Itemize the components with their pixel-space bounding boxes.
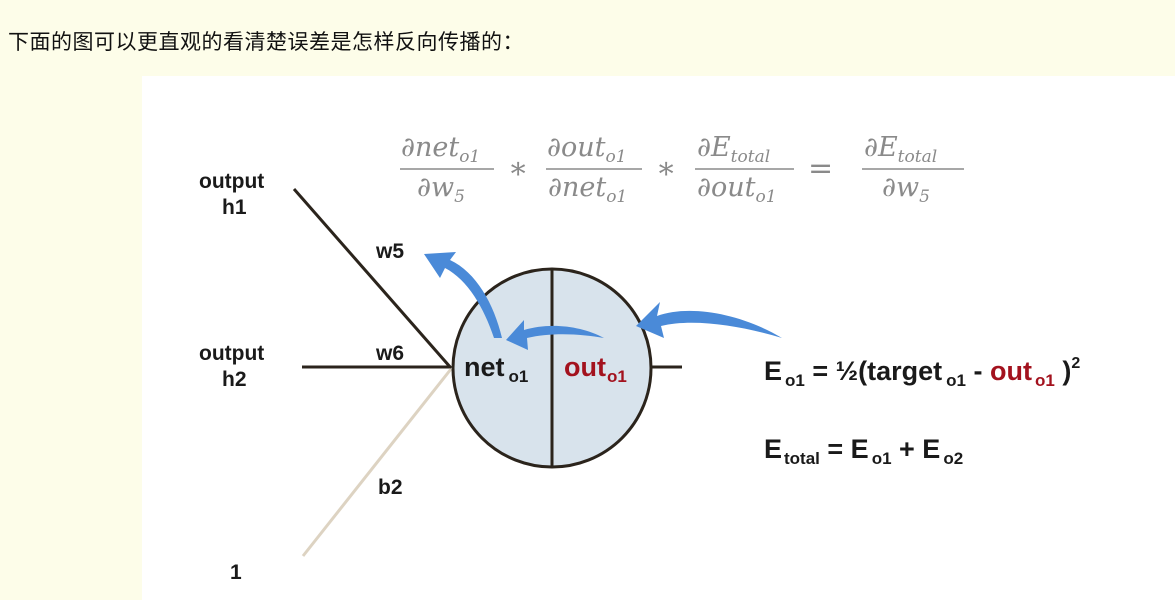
weight-b2-label: b2 bbox=[378, 476, 403, 499]
input-h2-label-2: h2 bbox=[222, 368, 247, 391]
frac4-num: ∂Etotal bbox=[864, 132, 937, 167]
frac3-num: ∂Etotal bbox=[697, 132, 770, 167]
input-h1-label-2: h1 bbox=[222, 196, 247, 219]
input-h2-label-1: output bbox=[199, 342, 264, 365]
fraction-dnet-dw5: ∂neto1 ∂w5 bbox=[400, 132, 494, 207]
input-h1-label-1: output bbox=[199, 170, 264, 193]
eq-eo1: Eo1 = ½(target o1 - out o1 )2 bbox=[764, 355, 1080, 390]
frac1-num: ∂neto1 bbox=[401, 132, 480, 167]
weight-w6-label: w6 bbox=[375, 342, 404, 365]
frac3-den: ∂outo1 bbox=[697, 172, 777, 207]
edge-bias-o1 bbox=[301, 368, 453, 557]
arrow-error-to-out bbox=[636, 302, 782, 338]
eq-etotal: Etotal = Eo1 + Eo2 bbox=[764, 434, 963, 468]
fraction-dEtotal-dout: ∂Etotal ∂outo1 bbox=[695, 132, 794, 207]
chain-rule-formula: ∂neto1 ∂w5 ∗ ∂outo1 ∂neto1 ∗ ∂Etotal ∂ou… bbox=[400, 132, 964, 207]
equals-op: = bbox=[808, 151, 833, 186]
multiply-op-2: ∗ bbox=[656, 151, 676, 186]
edge-h1-o1 bbox=[292, 188, 453, 369]
bias-label: 1 bbox=[230, 561, 242, 584]
caption-text: 下面的图可以更直观的看清楚误差是怎样反向传播的： bbox=[8, 30, 524, 54]
weight-w5-label: w5 bbox=[375, 240, 404, 263]
fraction-dout-dnet: ∂outo1 ∂neto1 bbox=[546, 132, 642, 207]
fraction-dEtotal-dw5: ∂Etotal ∂w5 bbox=[862, 132, 964, 207]
backprop-diagram: ∂neto1 ∂w5 ∗ ∂outo1 ∂neto1 ∗ ∂Etotal ∂ou… bbox=[199, 132, 1080, 584]
frac1-den: ∂w5 bbox=[417, 172, 465, 207]
frac2-den: ∂neto1 bbox=[548, 172, 627, 207]
backprop-figure: ∂neto1 ∂w5 ∗ ∂outo1 ∂neto1 ∗ ∂Etotal ∂ou… bbox=[142, 76, 1175, 600]
error-equations: Eo1 = ½(target o1 - out o1 )2 Etotal = Eo1… bbox=[764, 355, 1080, 468]
multiply-op-1: ∗ bbox=[508, 151, 528, 186]
frac2-num: ∂outo1 bbox=[547, 132, 627, 167]
frac4-den: ∂w5 bbox=[882, 172, 930, 207]
